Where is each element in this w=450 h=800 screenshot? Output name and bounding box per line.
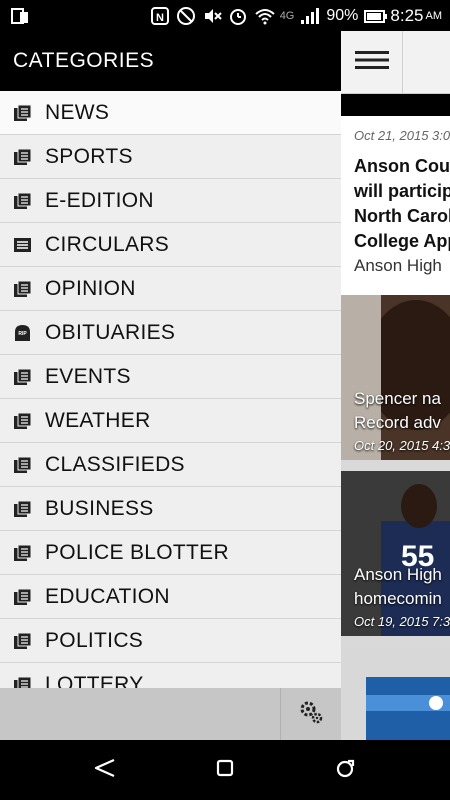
recent-apps-button[interactable] <box>330 755 360 785</box>
battery-icon <box>364 6 388 26</box>
section-bar <box>341 94 450 116</box>
newspaper-icon <box>13 192 32 210</box>
article-summary: Anson High <box>354 256 442 275</box>
article-photo: 55 <box>341 471 450 636</box>
category-label: LOTTERY <box>45 672 144 689</box>
newspaper-icon <box>13 368 32 386</box>
battery-percent: 90% <box>326 6 359 24</box>
recent-apps-icon <box>334 757 356 784</box>
category-item-police-blotter[interactable]: POLICE BLOTTER <box>0 531 341 575</box>
article-card[interactable]: Spencer na Record adv Oct 20, 2015 4:3 <box>341 295 450 460</box>
newspaper-icon <box>13 544 32 562</box>
back-button[interactable] <box>90 755 120 785</box>
article-photo <box>341 295 450 460</box>
rip-icon: RIP <box>13 324 32 342</box>
network-type: 4G <box>279 9 295 22</box>
category-label: CIRCULARS <box>45 232 170 256</box>
svg-text:N: N <box>156 12 164 24</box>
article-feed[interactable]: Oct 21, 2015 3:0 Anson Coun will partici… <box>341 31 450 740</box>
category-item-sports[interactable]: SPORTS <box>0 135 341 179</box>
article-date: Oct 21, 2015 3:0 <box>354 128 450 143</box>
category-item-lottery[interactable]: LOTTERY <box>0 663 341 688</box>
newspaper-icon <box>13 500 32 518</box>
newspaper-icon <box>13 280 32 298</box>
category-label: CLASSIFIEDS <box>45 452 185 476</box>
drawer-title: CATEGORIES <box>13 49 155 72</box>
newspaper-icon <box>13 148 32 166</box>
hamburger-icon <box>354 49 389 76</box>
category-list[interactable]: NEWS SPORTS E-EDITION CIRCULARS OPINION … <box>0 91 341 688</box>
nfc-icon: N <box>150 6 170 26</box>
category-label: OPINION <box>45 276 136 300</box>
category-label: BUSINESS <box>45 496 154 520</box>
menu-button[interactable] <box>341 31 403 93</box>
settings-button[interactable] <box>280 688 341 740</box>
newspaper-icon <box>13 632 32 650</box>
screen-mirror-icon <box>10 6 30 26</box>
category-label: WEATHER <box>45 408 151 432</box>
category-item-classifieds[interactable]: CLASSIFIEDS <box>0 443 341 487</box>
category-label: E-EDITION <box>45 188 154 212</box>
app-toolbar <box>341 31 450 94</box>
category-item-politics[interactable]: POLITICS <box>0 619 341 663</box>
mute-icon <box>202 6 222 26</box>
category-item-opinion[interactable]: OPINION <box>0 267 341 311</box>
status-bar: N 4G 90% 8:25 AM <box>0 0 450 31</box>
gears-icon <box>298 699 324 730</box>
category-item-obituaries[interactable]: RIP OBITUARIES <box>0 311 341 355</box>
category-item-circulars[interactable]: CIRCULARS <box>0 223 341 267</box>
category-item-weather[interactable]: WEATHER <box>0 399 341 443</box>
clock-time: 8:25 <box>390 5 424 25</box>
category-item-events[interactable]: EVENTS <box>0 355 341 399</box>
article-title: Anson High homecomin <box>354 565 442 608</box>
svg-text:RIP: RIP <box>18 331 27 337</box>
article-card[interactable]: 55 Anson High homecomin Oct 19, 2015 7:3 <box>341 471 450 636</box>
category-label: NEWS <box>45 100 110 124</box>
newspaper-icon <box>13 588 32 606</box>
newspaper-icon <box>13 456 32 474</box>
article-card[interactable] <box>341 647 450 740</box>
newspaper-icon <box>13 412 32 430</box>
drawer-footer <box>0 688 341 740</box>
home-button[interactable] <box>210 755 240 785</box>
alarm-icon <box>228 6 248 26</box>
category-item-news[interactable]: NEWS <box>0 91 341 135</box>
article-title: Anson Coun will particip North Carol Col… <box>354 156 450 251</box>
system-nav-bar <box>0 740 450 800</box>
drawer-header: CATEGORIES <box>0 31 341 91</box>
category-item-business[interactable]: BUSINESS <box>0 487 341 531</box>
home-square-icon <box>215 758 235 783</box>
category-label: POLICE BLOTTER <box>45 540 229 564</box>
wifi-icon <box>254 6 275 26</box>
signal-icon <box>300 6 320 26</box>
newspaper-icon <box>13 676 32 688</box>
article-date: Oct 20, 2015 4:3 <box>354 438 450 453</box>
clock-ampm: AM <box>425 9 443 22</box>
category-item-education[interactable]: EDUCATION <box>0 575 341 619</box>
article-photo <box>341 647 450 740</box>
circular-icon <box>13 236 32 254</box>
newspaper-icon <box>13 104 32 122</box>
article-title: Spencer na Record adv <box>354 389 441 432</box>
category-label: EDUCATION <box>45 584 170 608</box>
article-date: Oct 19, 2015 7:3 <box>354 614 450 629</box>
category-item-e-edition[interactable]: E-EDITION <box>0 179 341 223</box>
navigation-drawer: CATEGORIES NEWS SPORTS E-EDITION CIRCULA… <box>0 31 341 740</box>
do-not-disturb-icon <box>176 6 196 26</box>
category-label: POLITICS <box>45 628 144 652</box>
category-label: SPORTS <box>45 144 133 168</box>
category-label: OBITUARIES <box>45 320 176 344</box>
category-label: EVENTS <box>45 364 131 388</box>
back-triangle-icon <box>92 757 118 784</box>
